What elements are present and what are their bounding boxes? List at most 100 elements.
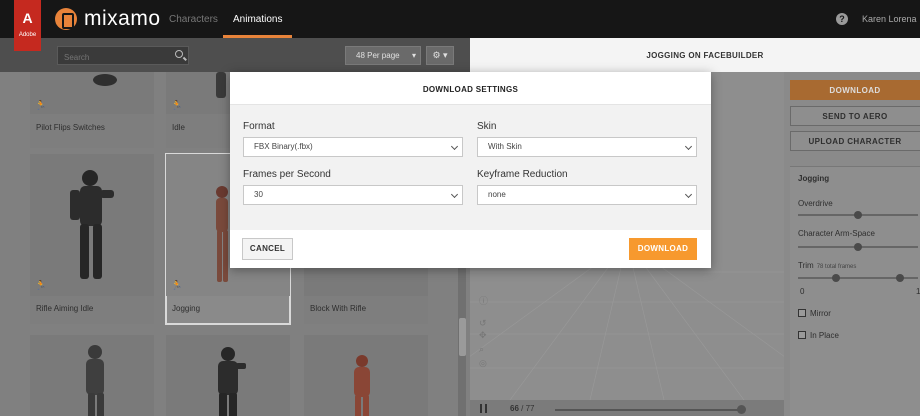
character-figure bbox=[86, 345, 104, 416]
library-toolbar: 48 Per page ▾ ⚙ ▾ bbox=[0, 38, 470, 72]
chevron-down-icon bbox=[684, 142, 693, 151]
format-select[interactable]: FBX Binary(.fbx) bbox=[243, 137, 463, 157]
preview-title: JOGGING ON FACEBUILDER bbox=[646, 51, 764, 60]
gear-icon[interactable]: ⚙ ▾ bbox=[426, 46, 454, 65]
skin-value: With Skin bbox=[488, 142, 522, 151]
send-to-aero-button[interactable]: SEND TO AERO bbox=[790, 106, 920, 126]
animation-thumbnail: 🏃 bbox=[30, 72, 154, 114]
overdrive-label: Overdrive bbox=[798, 199, 833, 208]
trim-start-handle[interactable] bbox=[832, 274, 840, 282]
grid-scrollbar-thumb[interactable] bbox=[459, 318, 466, 356]
search-icon[interactable] bbox=[175, 50, 183, 58]
animation-thumbnail: 🏃 bbox=[30, 154, 154, 296]
settings-title: Jogging bbox=[798, 174, 830, 183]
chevron-down-icon bbox=[450, 190, 459, 199]
animation-name: Rifle Aiming Idle bbox=[36, 304, 94, 313]
animation-card[interactable] bbox=[166, 335, 290, 416]
frame-total: / 77 bbox=[521, 404, 535, 413]
arm-space-label: Character Arm-Space bbox=[798, 229, 875, 238]
adobe-logo[interactable]: A Adobe bbox=[14, 0, 41, 51]
running-man-icon: 🏃 bbox=[35, 100, 47, 110]
running-man-icon: 🏃 bbox=[171, 100, 183, 110]
chevron-down-icon bbox=[684, 190, 693, 199]
trim-end-handle[interactable] bbox=[896, 274, 904, 282]
per-page-select[interactable]: 48 Per page ▾ bbox=[345, 46, 421, 65]
preview-header: JOGGING ON FACEBUILDER bbox=[470, 38, 920, 72]
mixamo-logo-icon bbox=[55, 8, 77, 30]
dialog-body: Format FBX Binary(.fbx) Skin With Skin F… bbox=[230, 105, 711, 230]
keyframe-reduction-label: Keyframe Reduction bbox=[477, 169, 568, 180]
zoom-icon[interactable]: ⌕ bbox=[479, 344, 489, 354]
in-place-label: In Place bbox=[810, 331, 839, 340]
animation-name: Block With Rifle bbox=[310, 304, 367, 313]
cancel-button[interactable]: CANCEL bbox=[242, 238, 293, 260]
download-button[interactable]: DOWNLOAD bbox=[790, 80, 920, 100]
in-place-checkbox[interactable] bbox=[798, 331, 806, 339]
keyframe-reduction-value: none bbox=[488, 190, 506, 199]
animation-name: Jogging bbox=[172, 304, 201, 313]
trim-max: 10 bbox=[916, 287, 920, 296]
trim-label-text: Trim bbox=[798, 261, 814, 270]
confirm-download-button[interactable]: DOWNLOAD bbox=[629, 238, 697, 260]
dialog-title: DOWNLOAD SETTINGS bbox=[422, 85, 519, 94]
info-icon[interactable]: ⓘ bbox=[479, 294, 489, 306]
trim-label: Trim 78 total frames bbox=[798, 261, 856, 270]
mirror-label: Mirror bbox=[810, 309, 831, 318]
mirror-checkbox[interactable] bbox=[798, 309, 806, 317]
character-figure bbox=[70, 170, 114, 279]
animation-card[interactable] bbox=[304, 335, 428, 416]
help-icon[interactable]: ? bbox=[836, 13, 848, 25]
playback-bar: 66 / 77 bbox=[470, 400, 784, 416]
trim-frames-note: 78 total frames bbox=[816, 264, 857, 270]
mixamo-logo[interactable]: mixamo bbox=[55, 7, 161, 31]
running-man-icon: 🏃 bbox=[35, 280, 47, 290]
character-figure bbox=[354, 355, 370, 416]
character-figure bbox=[218, 347, 246, 416]
adobe-logo-icon: A bbox=[22, 10, 33, 26]
top-nav: mixamo Characters Animations ? Karen Lor… bbox=[0, 0, 920, 38]
reset-view-icon[interactable]: ↺ bbox=[479, 318, 489, 328]
search-box bbox=[57, 46, 189, 66]
pan-icon[interactable]: ✥ bbox=[479, 330, 489, 340]
fps-select[interactable]: 30 bbox=[243, 185, 463, 205]
skin-select[interactable]: With Skin bbox=[477, 137, 697, 157]
character-figure bbox=[93, 74, 117, 86]
fps-value: 30 bbox=[254, 190, 263, 199]
adobe-logo-text: Adobe bbox=[18, 32, 37, 38]
skin-label: Skin bbox=[477, 121, 497, 132]
format-label: Format bbox=[243, 121, 275, 132]
animation-name: Pilot Flips Switches bbox=[36, 123, 105, 132]
keyframe-reduction-select[interactable]: none bbox=[477, 185, 697, 205]
animation-card[interactable]: 🏃 Rifle Aiming Idle bbox=[30, 154, 154, 324]
arm-space-slider-handle[interactable] bbox=[854, 243, 862, 251]
chevron-down-icon: ▾ bbox=[411, 51, 416, 60]
animation-thumbnail bbox=[166, 335, 290, 416]
pause-icon[interactable] bbox=[480, 404, 487, 413]
dialog-header: DOWNLOAD SETTINGS bbox=[230, 72, 711, 105]
animation-thumbnail bbox=[30, 335, 154, 416]
download-settings-dialog: DOWNLOAD SETTINGS Format FBX Binary(.fbx… bbox=[230, 72, 711, 268]
per-page-value: 48 Per page bbox=[356, 51, 400, 60]
format-value: FBX Binary(.fbx) bbox=[254, 142, 313, 151]
user-menu[interactable]: Karen Lorena bbox=[862, 14, 917, 24]
trim-min: 0 bbox=[800, 287, 805, 296]
search-input[interactable] bbox=[58, 49, 168, 66]
camera-icon[interactable]: ◎ bbox=[479, 358, 489, 368]
animation-settings: Jogging 1 Overdrive 5 Character Arm-Spac… bbox=[790, 166, 920, 416]
overdrive-slider-handle[interactable] bbox=[854, 211, 862, 219]
tab-animations[interactable]: Animations bbox=[223, 0, 293, 38]
brand-name: mixamo bbox=[84, 7, 161, 30]
animation-thumbnail bbox=[304, 335, 428, 416]
right-panel: DOWNLOAD SEND TO AERO UPLOAD CHARACTER J… bbox=[784, 72, 920, 416]
upload-character-button[interactable]: UPLOAD CHARACTER bbox=[790, 131, 920, 151]
tab-characters[interactable]: Characters bbox=[169, 0, 218, 38]
animation-name: Idle bbox=[172, 123, 185, 132]
timeline-scrubber-handle[interactable] bbox=[737, 405, 746, 414]
frame-current: 66 bbox=[510, 404, 519, 413]
frame-counter: 66 / 77 bbox=[510, 404, 534, 413]
animation-card[interactable] bbox=[30, 335, 154, 416]
fps-label: Frames per Second bbox=[243, 169, 331, 180]
running-man-icon: 🏃 bbox=[171, 280, 183, 290]
animation-card[interactable]: 🏃 Pilot Flips Switches bbox=[30, 72, 154, 148]
timeline-scrubber[interactable] bbox=[555, 409, 745, 411]
